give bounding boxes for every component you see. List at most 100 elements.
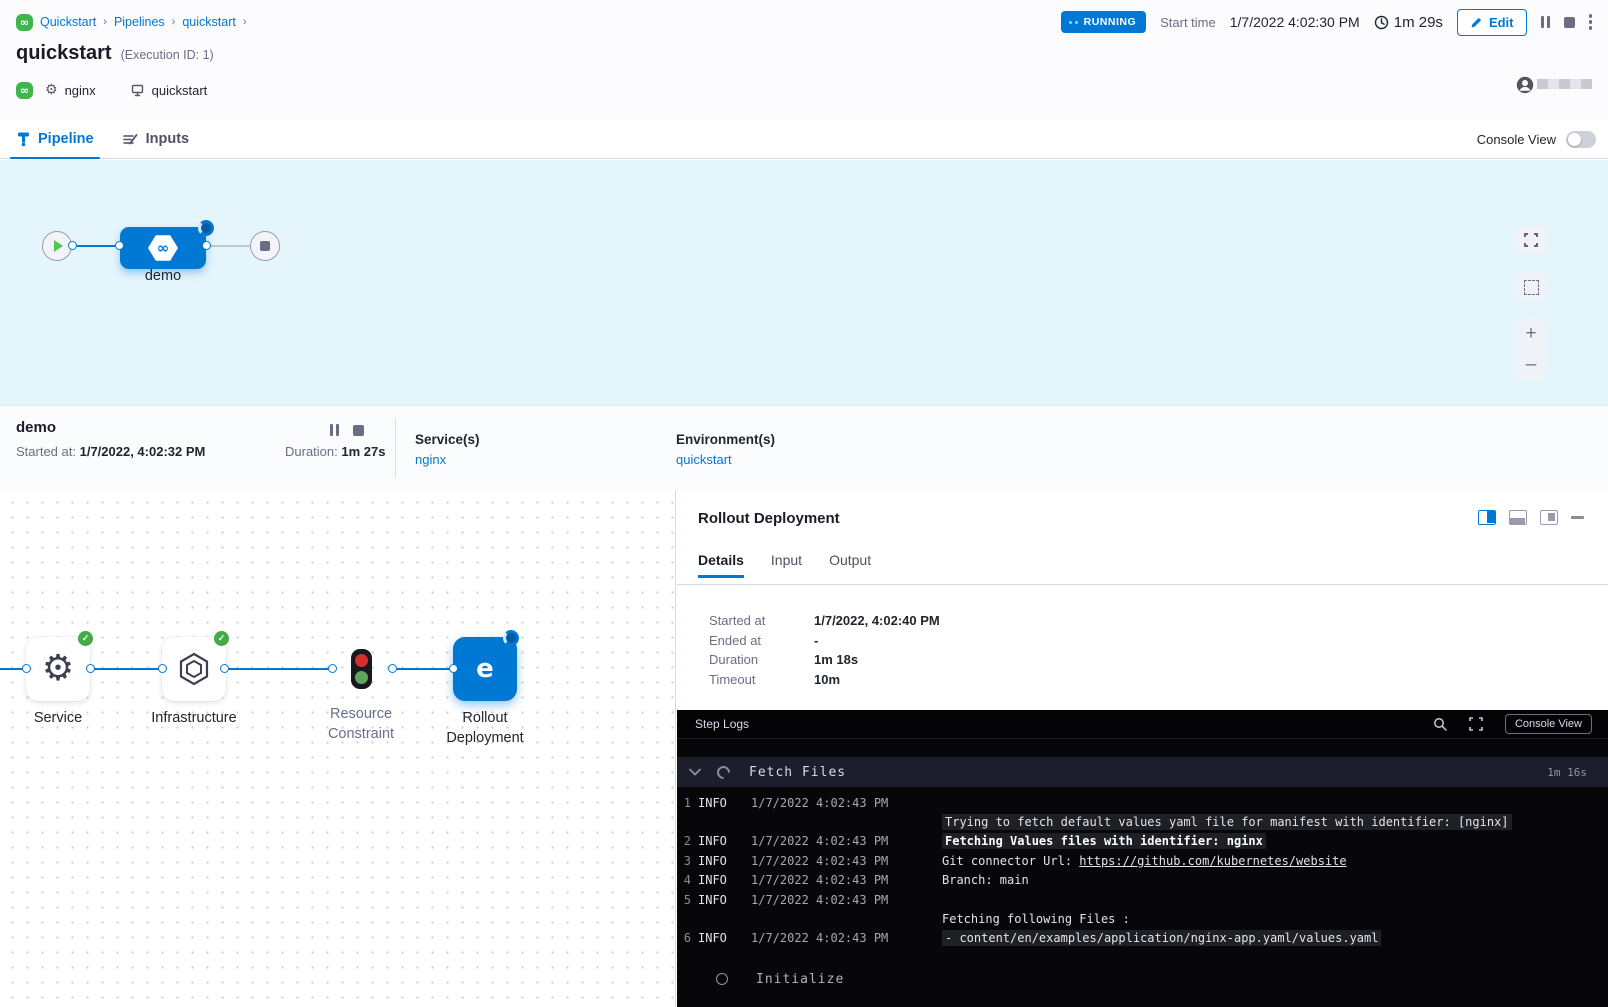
log-section-fetch-files[interactable]: Fetch Files 1m 16s bbox=[677, 757, 1608, 787]
connector-port[interactable] bbox=[68, 241, 77, 250]
stage-node-demo[interactable]: ∞ bbox=[120, 227, 206, 269]
triggered-by-user bbox=[1516, 76, 1592, 94]
connector-port[interactable] bbox=[220, 664, 229, 673]
harness-step-icon: e bbox=[476, 654, 494, 684]
step-label-infrastructure: Infrastructure bbox=[119, 708, 269, 728]
table-row: Duration 1m 18s bbox=[709, 650, 940, 670]
inputs-icon bbox=[122, 132, 139, 147]
edge bbox=[392, 668, 453, 670]
cd-module-icon: ∞ bbox=[16, 82, 33, 99]
layout-overlay-panel-icon[interactable] bbox=[1540, 510, 1558, 525]
execution-controls: RUNNING Start time 1/7/2022 4:02:30 PM 1… bbox=[1061, 8, 1592, 36]
minimize-panel-icon[interactable] bbox=[1571, 516, 1584, 519]
log-line: 1 INFO 1/7/2022 4:02:43 PM bbox=[677, 793, 1608, 812]
stage-info-bar: demo Started at: 1/7/2022, 4:02:32 PM Du… bbox=[0, 405, 1608, 490]
console-view-toggle[interactable] bbox=[1566, 131, 1596, 148]
tab-input[interactable]: Input bbox=[771, 552, 802, 578]
stage-started-value: 1/7/2022, 4:02:32 PM bbox=[80, 444, 206, 459]
breadcrumb-link-quickstart[interactable]: Quickstart bbox=[40, 15, 96, 29]
layout-right-panel-icon[interactable] bbox=[1478, 510, 1496, 525]
step-panel-title: Rollout Deployment bbox=[698, 510, 840, 527]
status-badge: RUNNING bbox=[1061, 11, 1147, 33]
pause-execution-button[interactable] bbox=[1541, 16, 1550, 28]
connector-port[interactable] bbox=[115, 241, 124, 250]
stop-icon bbox=[353, 425, 364, 436]
connector-port[interactable] bbox=[158, 664, 167, 673]
step-label-rollout-deployment: Rollout Deployment bbox=[410, 708, 560, 748]
start-time-value: 1/7/2022 4:02:30 PM bbox=[1230, 14, 1360, 30]
infrastructure-hexagon-icon bbox=[178, 652, 210, 686]
section-running-spinner-icon bbox=[714, 763, 732, 781]
log-section-initialize[interactable]: Initialize bbox=[677, 964, 1608, 994]
divider bbox=[395, 418, 396, 478]
execution-title-row: quickstart (Execution ID: 1) bbox=[16, 42, 214, 65]
breadcrumb-link-pipelines[interactable]: Pipelines bbox=[114, 15, 165, 29]
connector-port[interactable] bbox=[328, 664, 337, 673]
step-panel-tabs: Details Input Output bbox=[698, 552, 871, 578]
kebab-menu-icon bbox=[1589, 14, 1593, 30]
stage-duration-label: Duration: bbox=[285, 444, 338, 459]
play-icon bbox=[54, 240, 63, 252]
tab-inputs[interactable]: Inputs bbox=[122, 120, 190, 158]
breadcrumb-separator: › bbox=[172, 16, 176, 28]
page-header: ∞ Quickstart › Pipelines › quickstart › … bbox=[0, 0, 1608, 120]
user-avatar-icon bbox=[1516, 76, 1534, 94]
canvas-select-button[interactable] bbox=[1516, 273, 1546, 301]
services-label: Service(s) bbox=[415, 432, 480, 447]
stage-duration-value: 1m 27s bbox=[341, 444, 385, 459]
cd-module-icon: ∞ bbox=[16, 14, 33, 31]
table-row: Started at 1/7/2022, 4:02:40 PM bbox=[709, 611, 940, 631]
console-view-label: Console View bbox=[1477, 132, 1556, 147]
zoom-out-button[interactable]: – bbox=[1526, 355, 1537, 374]
step-node-resource-constraint[interactable] bbox=[351, 649, 372, 689]
layout-bottom-panel-icon[interactable] bbox=[1509, 510, 1527, 525]
page-title: quickstart bbox=[16, 42, 112, 65]
more-options-button[interactable] bbox=[1589, 14, 1593, 30]
stage-stop-button[interactable] bbox=[353, 425, 364, 436]
log-section-name: Initialize bbox=[756, 972, 844, 987]
end-node[interactable] bbox=[250, 231, 280, 261]
gear-icon: ⚙ bbox=[45, 83, 58, 97]
execution-id: (Execution ID: 1) bbox=[121, 48, 214, 62]
edit-button[interactable]: Edit bbox=[1457, 9, 1527, 36]
cd-stage-icon: ∞ bbox=[148, 235, 178, 262]
pipeline-stage-canvas[interactable]: ∞ demo + – bbox=[0, 160, 1608, 405]
environments-label: Environment(s) bbox=[676, 432, 775, 447]
tab-details[interactable]: Details bbox=[698, 552, 744, 578]
logs-fullscreen-icon[interactable] bbox=[1469, 717, 1483, 731]
environment-tag[interactable]: quickstart bbox=[130, 83, 208, 98]
breadcrumb-link-pipeline-name[interactable]: quickstart bbox=[182, 15, 236, 29]
connector-port[interactable] bbox=[449, 664, 458, 673]
tab-output[interactable]: Output bbox=[829, 552, 871, 578]
canvas-fullscreen-button[interactable] bbox=[1516, 226, 1546, 254]
stop-icon bbox=[1564, 17, 1575, 28]
connector-port[interactable] bbox=[202, 241, 211, 250]
step-execution-canvas[interactable]: ⚙ ✓ ✓ e bbox=[0, 490, 676, 1007]
stage-pause-button[interactable] bbox=[330, 424, 339, 436]
step-node-infrastructure[interactable] bbox=[162, 637, 226, 701]
execution-detail-area: ⚙ ✓ ✓ e bbox=[0, 490, 1608, 1007]
step-node-service[interactable]: ⚙ bbox=[26, 637, 90, 701]
git-connector-link[interactable]: https://github.com/kubernetes/website bbox=[1079, 854, 1346, 868]
connector-port[interactable] bbox=[22, 664, 31, 673]
service-tag[interactable]: ⚙ nginx bbox=[45, 83, 96, 98]
step-node-rollout-deployment[interactable]: e bbox=[453, 637, 517, 701]
step-logs-title: Step Logs bbox=[695, 717, 749, 731]
stage-running-spinner-icon bbox=[198, 220, 214, 236]
search-icon[interactable] bbox=[1433, 717, 1447, 731]
stage-node-label: demo bbox=[90, 268, 236, 284]
edge-stage-to-end bbox=[206, 245, 252, 247]
log-section-name: Fetch Files bbox=[749, 765, 846, 780]
pause-icon bbox=[1541, 16, 1550, 28]
abort-execution-button[interactable] bbox=[1564, 17, 1575, 28]
environment-link-quickstart[interactable]: quickstart bbox=[676, 452, 732, 467]
log-line: 3 INFO 1/7/2022 4:02:43 PM Git connector… bbox=[677, 851, 1608, 870]
connector-port[interactable] bbox=[388, 664, 397, 673]
logs-console-view-button[interactable]: Console View bbox=[1505, 714, 1592, 734]
running-dots-icon bbox=[1069, 21, 1078, 24]
pause-icon bbox=[330, 424, 339, 436]
tab-pipeline[interactable]: Pipeline bbox=[16, 120, 94, 158]
zoom-in-button[interactable]: + bbox=[1525, 324, 1536, 343]
connector-port[interactable] bbox=[86, 664, 95, 673]
service-link-nginx[interactable]: nginx bbox=[415, 452, 446, 467]
